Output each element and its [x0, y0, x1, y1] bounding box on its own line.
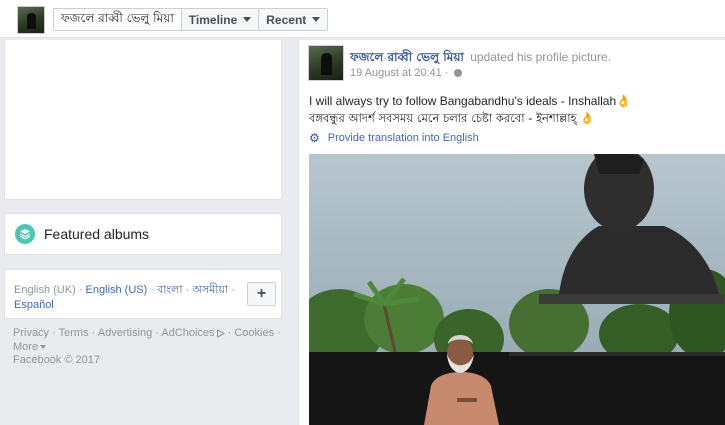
featured-albums-card[interactable]: Featured albums — [4, 213, 282, 255]
chevron-down-icon — [40, 345, 47, 350]
adchoices-icon — [216, 328, 225, 338]
language-link-assamese[interactable]: অসমীয়া — [192, 283, 228, 296]
translate-label: Provide translation into English — [327, 132, 479, 144]
profile-name-link[interactable]: ফজলে রাব্বী ভেলু মিয়া — [54, 9, 182, 30]
footer-link-cookies[interactable]: Cookies — [234, 327, 274, 339]
current-language: English (UK) — [14, 284, 76, 296]
footer-link-adchoices[interactable]: AdChoices — [161, 327, 225, 339]
feed-post: ফজলে রাব্বী ভেলু মিয়া updated his profi… — [298, 40, 725, 425]
language-link-bangla[interactable]: বাংলা — [157, 283, 182, 296]
footer-link-privacy[interactable]: Privacy — [13, 327, 49, 339]
footer-more-button[interactable]: More — [13, 341, 47, 353]
language-link-spanish[interactable]: Español — [14, 299, 54, 311]
post-text-english: I will always try to follow Bangabandhu'… — [309, 94, 632, 108]
language-link-en-us[interactable]: English (US) — [86, 284, 148, 296]
more-label: More — [13, 341, 39, 353]
globe-icon[interactable] — [454, 69, 463, 77]
timeline-label: Timeline — [188, 12, 238, 27]
footer-link-terms[interactable]: Terms — [59, 327, 89, 339]
language-list: English (UK) · English (US) · বাংলা · অস… — [14, 283, 235, 311]
post-body: I will always try to follow Bangabandhu'… — [309, 93, 724, 127]
language-card: English (UK) · English (US) · বাংলা · অস… — [4, 269, 282, 319]
post-timestamp[interactable]: 19 August at 20:41 · — [350, 67, 448, 79]
avatar[interactable] — [308, 45, 344, 81]
avatar[interactable] — [17, 6, 45, 34]
recent-label: Recent — [266, 12, 307, 27]
breadcrumb: ফজলে রাব্বী ভেলু মিয়া Timeline Recent — [53, 8, 329, 31]
post-header: ফজলে রাব্বী ভেলু মিয়া updated his profi… — [350, 49, 611, 69]
chevron-down-icon — [243, 17, 252, 22]
post-meta: 19 August at 20:41 · — [350, 67, 463, 79]
timeline-dropdown[interactable]: Timeline — [182, 9, 260, 30]
footer-links: Privacy · Terms · Advertising · AdChoice… — [13, 327, 281, 353]
photo-illustration — [309, 154, 725, 425]
post-action-text: updated his profile picture. — [470, 50, 611, 64]
top-bar: ফজলে রাব্বী ভেলু মিয়া Timeline Recent — [0, 0, 725, 38]
featured-albums-title: Featured albums — [44, 226, 150, 242]
footer-link-advertising[interactable]: Advertising — [98, 327, 152, 339]
copyright: Facebook © 2017 — [13, 354, 100, 366]
post-author-link[interactable]: ফজলে রাব্বী ভেলু মিয়া — [350, 50, 464, 64]
recent-dropdown[interactable]: Recent — [259, 9, 327, 30]
post-photo[interactable] — [309, 154, 725, 425]
layers-icon — [15, 224, 35, 244]
adchoices-label: AdChoices — [161, 327, 215, 339]
intro-card — [4, 40, 282, 200]
add-language-button[interactable]: + — [247, 282, 276, 306]
post-text-bangla: বঙ্গবন্ধুর আদর্শ সবসময় মেনে চলার চেষ্টা… — [309, 111, 595, 125]
gear-icon: ⚙ — [309, 131, 320, 145]
translate-link[interactable]: ⚙ Provide translation into English — [309, 131, 479, 145]
chevron-down-icon — [312, 17, 321, 22]
